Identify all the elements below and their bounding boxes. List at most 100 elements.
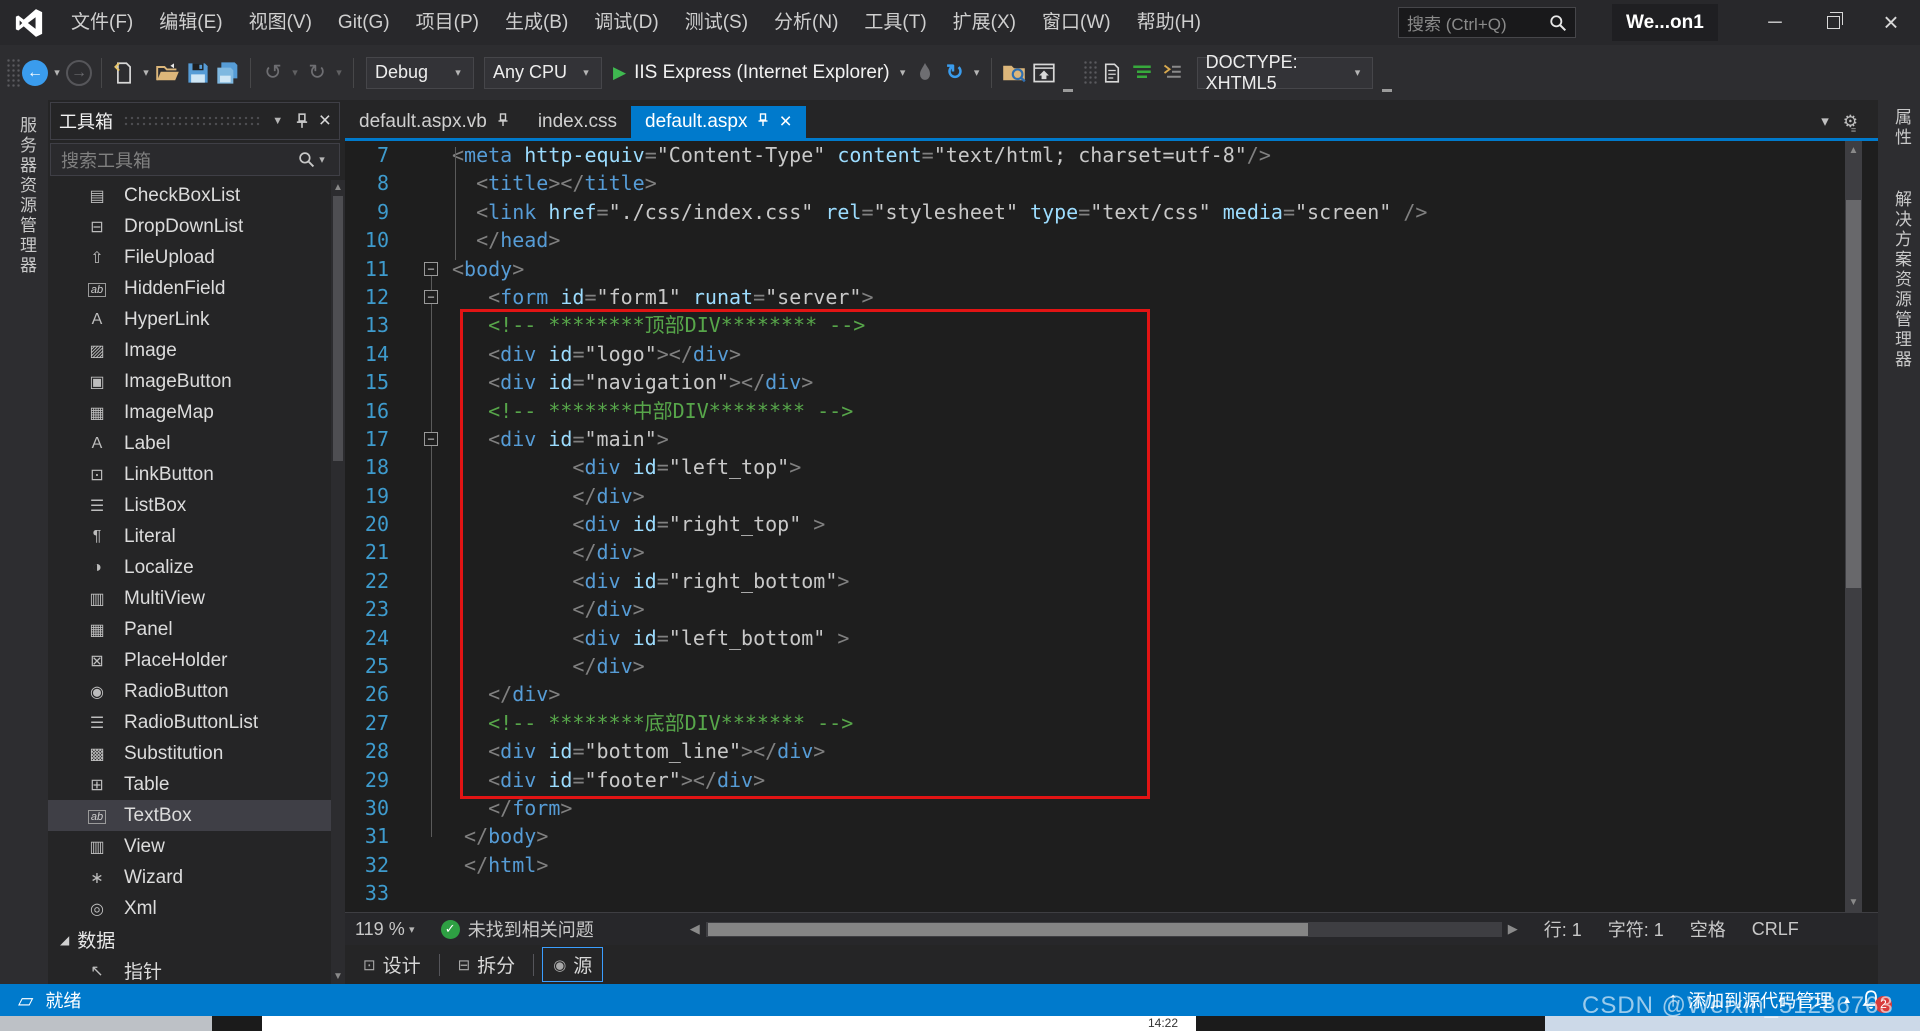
pin-icon[interactable]	[294, 113, 310, 129]
code-line[interactable]: 32 </html>	[345, 851, 1843, 879]
solution-configuration-dropdown[interactable]: Debug▾	[366, 57, 474, 89]
find-in-files-icon[interactable]	[999, 56, 1029, 90]
navigate-forward-button[interactable]: →	[66, 60, 92, 86]
toolbox-drag-handle[interactable]	[123, 115, 261, 127]
toolbox-item[interactable]: ▤CheckBoxList	[48, 180, 331, 211]
toolbox-item[interactable]: ◎Xml	[48, 893, 331, 924]
toolbox-item[interactable]: ☰ListBox	[48, 490, 331, 521]
code-line[interactable]: 11<body>	[345, 255, 1843, 283]
collapse-toggle[interactable]: −	[424, 432, 438, 446]
toolbox-item[interactable]: ◉RadioButton	[48, 676, 331, 707]
editor-scrollbar-thumb[interactable]	[1846, 200, 1861, 588]
toolbox-item[interactable]: ⊞Table	[48, 769, 331, 800]
close-button[interactable]: ×	[1862, 0, 1920, 45]
code-line[interactable]: 31 </body>	[345, 822, 1843, 850]
refresh-button[interactable]: ↻	[940, 56, 970, 90]
collapse-toggle[interactable]: −	[424, 290, 438, 304]
run-target-dropdown[interactable]: ▾	[896, 66, 910, 79]
toolbox-item[interactable]: ▦ImageMap	[48, 397, 331, 428]
indent-lines-icon[interactable]	[1157, 56, 1187, 90]
pin-icon[interactable]	[756, 111, 770, 133]
caret-column-indicator[interactable]: 字符: 1	[1608, 916, 1664, 942]
restore-button[interactable]	[1804, 0, 1862, 45]
menu-item[interactable]: 分析(N)	[761, 0, 851, 45]
server-explorer-vertical-tab[interactable]: 服务器资源管理器	[14, 116, 39, 276]
menu-item[interactable]: 测试(S)	[672, 0, 761, 45]
editor-tab-default.aspx.vb[interactable]: default.aspx.vb	[345, 106, 524, 138]
new-file-dropdown[interactable]: ▾	[139, 66, 153, 79]
editor-vertical-scrollbar[interactable]: ▲ ▼	[1845, 141, 1862, 912]
close-icon[interactable]: ×	[779, 110, 791, 134]
toolbox-item[interactable]: ALabel	[48, 428, 331, 459]
menu-item[interactable]: 窗口(W)	[1029, 0, 1124, 45]
horizontal-scrollbar-thumb[interactable]	[708, 923, 1308, 936]
document-outline-icon[interactable]	[1097, 56, 1127, 90]
toolbox-menu-caret[interactable]: ▼	[271, 115, 285, 127]
menu-item[interactable]: 项目(P)	[403, 0, 492, 45]
new-file-button[interactable]	[109, 56, 139, 90]
view-tab-源[interactable]: ◉源	[542, 947, 603, 982]
view-tab-拆分[interactable]: ⊟拆分	[448, 948, 526, 981]
chevron-down-icon[interactable]: ▾	[1821, 112, 1829, 132]
editor-split-gripper[interactable]: ≡	[1845, 128, 1862, 140]
browser-preview-icon[interactable]	[1029, 56, 1059, 90]
code-line[interactable]: 8 <title></title>	[345, 169, 1843, 197]
toolbox-item[interactable]: ¶Literal	[48, 521, 331, 552]
toolbar-grip[interactable]	[6, 58, 20, 88]
menu-item[interactable]: 文件(F)	[58, 0, 146, 45]
solution-platform-dropdown[interactable]: Any CPU▾	[484, 57, 602, 89]
hscroll-left-arrow[interactable]: ◀	[690, 921, 700, 937]
toolbox-scrollbar-thumb[interactable]	[333, 196, 343, 461]
toolbox-header[interactable]: 工具箱 ▼ ×	[50, 102, 340, 140]
right-vertical-tab[interactable]: 属性	[1889, 108, 1914, 148]
toolbox-item[interactable]: ▨Image	[48, 335, 331, 366]
start-debug-button[interactable]: ▶ IIS Express (Internet Explorer)	[613, 62, 890, 84]
indentation-indicator[interactable]: 空格	[1690, 916, 1726, 942]
toolbox-item[interactable]: ⊡LinkButton	[48, 459, 331, 490]
menu-item[interactable]: 扩展(X)	[940, 0, 1029, 45]
menu-item[interactable]: 编辑(E)	[146, 0, 235, 45]
toolbox-item-pointer[interactable]: ↖指针	[48, 955, 331, 984]
zoom-level-dropdown[interactable]: 119 %	[355, 919, 405, 940]
menu-item[interactable]: 工具(T)	[851, 0, 939, 45]
save-button[interactable]	[183, 56, 213, 90]
toolbox-item[interactable]: ▥View	[48, 831, 331, 862]
caret-line-indicator[interactable]: 行: 1	[1544, 916, 1582, 942]
code-line[interactable]: 33	[345, 879, 1843, 907]
menu-item[interactable]: 调试(D)	[581, 0, 671, 45]
toolbox-item[interactable]: ⊟DropDownList	[48, 211, 331, 242]
minimize-button[interactable]: ─	[1746, 0, 1804, 45]
toolbox-item[interactable]: ◑Localize	[48, 552, 331, 583]
undo-button[interactable]: ↺	[258, 56, 288, 90]
toolbox-group-data[interactable]: ◢数据	[48, 924, 331, 955]
background-tasks-icon[interactable]: ▱	[18, 988, 33, 1013]
navigate-back-dropdown[interactable]: ▾	[50, 66, 64, 79]
code-line[interactable]: 7<meta http-equiv="Content-Type" content…	[345, 141, 1843, 169]
navigate-back-button[interactable]: ←	[22, 60, 48, 86]
save-all-button[interactable]	[213, 56, 243, 90]
line-ending-indicator[interactable]: CRLF	[1752, 919, 1799, 940]
toolbox-item[interactable]: ▦Panel	[48, 614, 331, 645]
refresh-dropdown[interactable]: ▾	[970, 66, 984, 79]
editor-horizontal-scrollbar[interactable]	[706, 922, 1502, 937]
editor-tab-index.css[interactable]: index.css	[524, 106, 631, 138]
collapse-toggle[interactable]: −	[424, 262, 438, 276]
toolbox-item[interactable]: ▣ImageButton	[48, 366, 331, 397]
view-tab-设计[interactable]: ⊡设计	[353, 948, 431, 981]
toolbox-search-input[interactable]: 搜索工具箱 ▾	[50, 143, 340, 176]
code-line[interactable]: 12 <form id="form1" runat="server">	[345, 283, 1843, 311]
open-file-button[interactable]	[153, 56, 183, 90]
hot-reload-icon[interactable]	[910, 56, 940, 90]
code-line[interactable]: 10 </head>	[345, 226, 1843, 254]
toolbox-item[interactable]: abTextBox	[48, 800, 331, 831]
format-document-icon[interactable]	[1127, 56, 1157, 90]
editor-tab-default.aspx[interactable]: default.aspx×	[631, 106, 806, 138]
undo-dropdown[interactable]: ▾	[288, 66, 302, 79]
menu-item[interactable]: Git(G)	[325, 0, 403, 45]
menu-item[interactable]: 帮助(H)	[1124, 0, 1214, 45]
right-vertical-tab[interactable]: 解决方案资源管理器	[1889, 190, 1914, 370]
toolbox-scrollbar[interactable]: ▲ ▼	[331, 180, 345, 984]
toolbox-item[interactable]: ∗Wizard	[48, 862, 331, 893]
toolbox-item[interactable]: AHyperLink	[48, 304, 331, 335]
toolbox-item[interactable]: abHiddenField	[48, 273, 331, 304]
